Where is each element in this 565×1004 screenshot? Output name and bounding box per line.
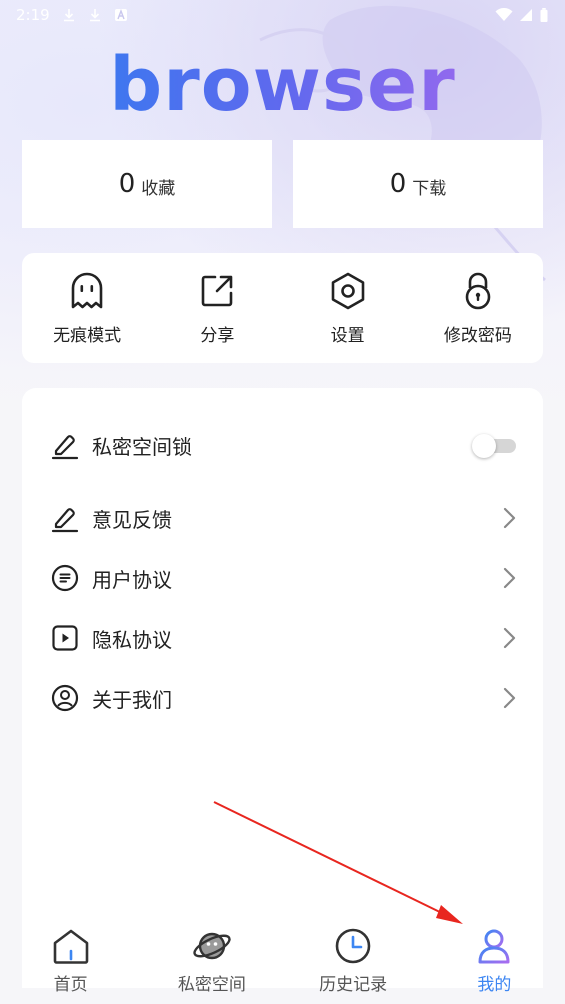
private-space-lock-toggle[interactable] (472, 433, 518, 458)
pen-icon (51, 435, 79, 460)
favorites-label: 收藏 (141, 178, 176, 199)
app-logo: browser (0, 42, 565, 128)
share-label: 分享 (200, 325, 235, 346)
nav-history-label: 历史记录 (319, 975, 388, 995)
planet-icon (193, 932, 231, 960)
download-icon (89, 9, 100, 22)
chevron-right-icon (503, 507, 516, 529)
ghost-icon (71, 272, 103, 308)
bottom-navigation: 首页 私密空间 历史记录 我的 (0, 918, 565, 1004)
change-password-label: 修改密码 (443, 325, 512, 346)
incognito-mode-button[interactable]: 无痕模式 (27, 271, 147, 346)
downloads-count: 0 (389, 169, 407, 199)
battery-icon (540, 8, 548, 22)
privacy-policy-label: 隐私协议 (92, 627, 172, 652)
profile-icon (478, 929, 510, 964)
feedback-row[interactable]: 意见反馈 (50, 493, 518, 543)
home-icon (53, 929, 88, 964)
settings-hex-icon (331, 272, 364, 309)
user-agreement-row[interactable]: 用户协议 (50, 553, 518, 603)
privacy-policy-row[interactable]: 隐私协议 (50, 613, 518, 663)
share-button[interactable]: 分享 (157, 271, 277, 346)
nav-mine[interactable]: 我的 (424, 918, 565, 1004)
change-password-button[interactable]: 修改密码 (418, 271, 538, 346)
user-circle-icon (51, 684, 79, 712)
about-us-row[interactable]: 关于我们 (50, 673, 518, 723)
nav-private-space-label: 私密空间 (177, 975, 246, 995)
quick-actions: 无痕模式 分享 设置 修改密码 (22, 253, 543, 363)
settings-label: 设置 (330, 325, 365, 346)
favorites-stat[interactable]: 0 收藏 (22, 140, 272, 228)
user-agreement-label: 用户协议 (92, 567, 172, 592)
nav-mine-label: 我的 (477, 975, 512, 995)
settings-menu: 私密空间锁 意见反馈 用户协议 隐私协议 关于我们 (22, 388, 543, 988)
chevron-right-icon (503, 687, 516, 709)
private-space-lock-label: 私密空间锁 (92, 434, 192, 459)
font-icon (114, 9, 127, 21)
doc-circle-icon (51, 564, 79, 592)
incognito-mode-label: 无痕模式 (53, 325, 122, 346)
download-icon (63, 9, 74, 22)
status-bar: 2:19 (0, 0, 565, 30)
nav-home-label: 首页 (53, 975, 88, 995)
nav-history[interactable]: 历史记录 (283, 918, 424, 1004)
chevron-right-icon (503, 567, 516, 589)
about-us-label: 关于我们 (92, 687, 172, 712)
private-space-lock-row[interactable]: 私密空间锁 (50, 420, 518, 470)
chevron-right-icon (503, 627, 516, 649)
signal-icon (520, 9, 532, 21)
play-square-icon (52, 625, 78, 651)
nav-home[interactable]: 首页 (0, 918, 141, 1004)
wifi-icon (495, 8, 513, 21)
downloads-label: 下载 (412, 178, 447, 199)
settings-button[interactable]: 设置 (288, 271, 408, 346)
lock-icon (465, 272, 491, 309)
nav-private-space[interactable]: 私密空间 (141, 918, 282, 1004)
clock-icon (335, 928, 371, 964)
status-time: 2:19 (16, 6, 50, 24)
pen-icon (51, 508, 79, 533)
feedback-label: 意见反馈 (92, 507, 172, 532)
favorites-count: 0 (118, 169, 136, 199)
downloads-stat[interactable]: 0 下载 (293, 140, 543, 228)
share-icon (202, 275, 233, 306)
toggle-knob (472, 434, 496, 458)
